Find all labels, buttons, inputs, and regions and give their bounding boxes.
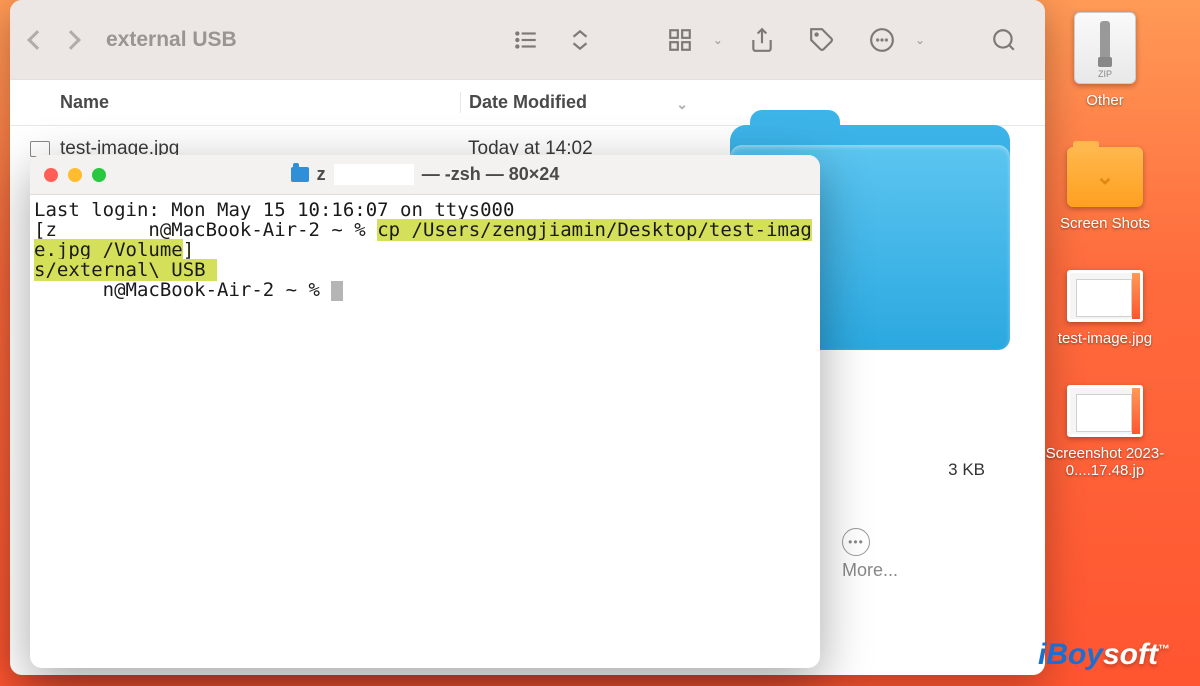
terminal-output[interactable]: Last login: Mon May 15 10:16:07 on ttys0… — [30, 195, 820, 307]
more-actions-icon[interactable] — [861, 22, 903, 58]
terminal-titlebar: zxxxxxxxx — -zsh — 80×24 — [30, 155, 820, 195]
desktop-item-test-image[interactable]: test-image.jpg — [1058, 270, 1152, 347]
cursor — [331, 281, 343, 301]
folder-icon: ⌄ — [1067, 147, 1143, 207]
desktop-item-other[interactable]: ZIP Other — [1074, 12, 1136, 109]
terminal-window: zxxxxxxxx — -zsh — 80×24 Last login: Mon… — [30, 155, 820, 668]
list-view-icon[interactable] — [505, 22, 547, 58]
desktop-item-screenshot-file[interactable]: Screenshot 2023-0....17.48.jp — [1030, 385, 1180, 479]
tag-icon[interactable] — [801, 22, 843, 58]
desktop-icons: ZIP Other ⌄ Screen Shots test-image.jpg … — [1030, 12, 1180, 479]
sort-icon[interactable] — [559, 22, 601, 58]
finder-title: external USB — [106, 28, 237, 52]
forward-button[interactable] — [61, 30, 81, 50]
grid-view-icon[interactable] — [659, 22, 701, 58]
terminal-title: zxxxxxxxx — -zsh — 80×24 — [30, 164, 820, 185]
finder-toolbar: external USB ⌄ ⌄ — [10, 0, 1045, 80]
image-thumbnail-icon — [1067, 270, 1143, 322]
image-thumbnail-icon — [1067, 385, 1143, 437]
more-icon[interactable]: ••• — [842, 528, 870, 556]
chevron-down-icon: ⌄ — [676, 96, 688, 113]
back-button[interactable] — [27, 30, 47, 50]
search-icon[interactable] — [983, 22, 1025, 58]
branding-watermark: iBoysoft™ — [1038, 638, 1170, 672]
home-folder-icon — [291, 167, 309, 182]
column-name-header[interactable]: Name — [30, 92, 460, 113]
more-label: More... — [842, 560, 898, 581]
zip-icon: ZIP — [1074, 12, 1136, 84]
share-icon[interactable] — [741, 22, 783, 58]
column-date-header[interactable]: Date Modified ⌄ — [460, 92, 700, 113]
desktop-item-screenshots[interactable]: ⌄ Screen Shots — [1060, 147, 1150, 232]
